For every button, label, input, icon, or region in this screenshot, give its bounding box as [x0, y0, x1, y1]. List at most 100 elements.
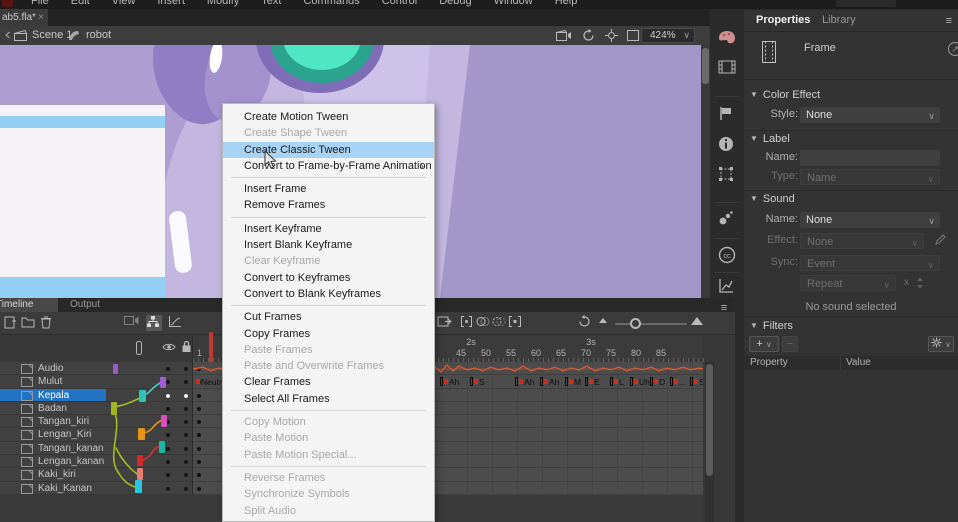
onion-skin-icon[interactable] — [476, 315, 492, 331]
graph-icon[interactable] — [718, 278, 736, 296]
menubar-item[interactable]: File — [20, 0, 60, 8]
chevron-down-icon: ∨ — [928, 108, 935, 124]
document-tab[interactable]: ab5.fla* × — [0, 9, 48, 26]
center-stage-icon[interactable] — [605, 29, 618, 42]
filter-options-button[interactable]: ∨ — [928, 336, 954, 352]
menu-separator — [231, 305, 426, 306]
ruler-frame-number: 70 — [581, 348, 591, 358]
section-filters[interactable]: ▼Filters — [750, 320, 793, 332]
properties-flag-icon[interactable] — [718, 106, 736, 124]
context-menu-item[interactable]: Create Motion Tween — [223, 109, 434, 125]
breadcrumb-scene[interactable]: Scene 1 — [32, 29, 72, 41]
menubar-item[interactable]: Insert — [146, 0, 196, 8]
menubar-item[interactable]: View — [101, 0, 147, 8]
stage-scrollbar[interactable] — [701, 45, 710, 298]
info-icon[interactable] — [718, 136, 736, 154]
context-menu-item[interactable]: Create Shape Tween — [223, 125, 434, 141]
edit-multiple-frames-icon[interactable] — [508, 315, 524, 331]
menubar-item[interactable]: Help — [544, 0, 589, 8]
context-menu-item[interactable]: Insert Blank Keyframe — [223, 237, 434, 253]
help-circle-icon[interactable]: ↗ — [948, 42, 958, 56]
tab-properties[interactable]: Properties — [756, 14, 810, 26]
menubar-item[interactable]: Text — [250, 0, 292, 8]
center-frame-icon[interactable] — [437, 315, 453, 331]
add-filter-button[interactable]: + ∨ — [749, 336, 779, 352]
reset-timeline-zoom-icon[interactable] — [578, 315, 594, 331]
context-menu-item[interactable]: Remove Frames — [223, 197, 434, 213]
keyframe-dot — [197, 460, 201, 464]
timeline-scrollbar[interactable] — [705, 362, 714, 522]
keyframe-dot — [197, 473, 201, 477]
back-arrow-icon[interactable] — [4, 31, 12, 39]
eye-icon[interactable] — [162, 342, 176, 352]
section-label[interactable]: ▼Label — [750, 133, 790, 145]
particles-icon[interactable] — [718, 210, 736, 228]
context-menu-item[interactable]: Copy Frames — [223, 326, 434, 342]
context-menu-item[interactable]: Convert to Keyframes — [223, 270, 434, 286]
timeline-column-icons — [0, 336, 192, 362]
context-menu-item[interactable]: Copy Motion — [223, 414, 434, 430]
parenting-view-icon[interactable] — [146, 315, 162, 331]
context-menu-item[interactable]: Cut Frames — [223, 309, 434, 325]
context-menu-item[interactable]: Select All Frames — [223, 391, 434, 407]
context-menu-item[interactable]: Synchronize Symbols — [223, 486, 434, 502]
rotate-stage-icon[interactable] — [582, 29, 595, 42]
menubar-item[interactable]: Control — [371, 0, 428, 8]
creative-cloud-icon[interactable]: cc — [718, 246, 736, 264]
tab-library[interactable]: Library — [822, 14, 856, 26]
menubar-item[interactable]: Debug — [428, 0, 482, 8]
menubar-item[interactable]: Edit — [60, 0, 101, 8]
context-menu-item[interactable]: Clear Keyframe — [223, 253, 434, 269]
close-tab-icon[interactable]: × — [38, 9, 44, 26]
stage-scrollbar-thumb[interactable] — [702, 48, 709, 84]
new-layer-icon[interactable] — [3, 315, 19, 331]
style-select[interactable]: None ∨ — [800, 107, 940, 123]
context-menu-item[interactable]: Insert Frame — [223, 181, 434, 197]
section-color-effect[interactable]: ▼Color Effect — [750, 89, 820, 101]
context-menu-item[interactable]: Clear Frames — [223, 374, 434, 390]
onion-outline-icon[interactable] — [492, 315, 508, 331]
menubar-item[interactable]: Modify — [196, 0, 250, 8]
section-sound[interactable]: ▼Sound — [750, 193, 795, 205]
tab-timeline[interactable]: Timeline — [0, 298, 58, 312]
context-menu-item[interactable]: Convert to Blank Keyframes — [223, 286, 434, 302]
film-icon[interactable] — [718, 60, 736, 78]
new-folder-icon[interactable] — [21, 315, 37, 331]
sound-name-select[interactable]: None ∨ — [800, 212, 940, 228]
context-menu-item[interactable]: Insert Keyframe — [223, 221, 434, 237]
transform-frame-icon[interactable] — [718, 166, 736, 184]
graph-view-icon[interactable] — [168, 315, 184, 331]
loop-range-icon[interactable] — [460, 315, 476, 331]
remove-filter-button[interactable]: − — [782, 336, 798, 352]
timeline-zoom-slider[interactable] — [615, 323, 687, 325]
menubar-item[interactable]: Window — [483, 0, 544, 8]
panel-menu-icon[interactable]: ≡ — [946, 15, 952, 27]
context-menu-item[interactable]: Paste and Overwrite Frames — [223, 358, 434, 374]
context-menu-item[interactable]: Paste Motion — [223, 430, 434, 446]
delete-layer-trash-icon[interactable] — [40, 315, 56, 331]
palette-icon[interactable] — [718, 30, 736, 48]
context-menu-item[interactable]: Split Audio — [223, 503, 434, 519]
label-name-input[interactable] — [800, 150, 940, 166]
context-menu-item[interactable]: Paste Frames — [223, 342, 434, 358]
clip-content-icon[interactable] — [627, 30, 639, 41]
lock-icon[interactable] — [181, 340, 192, 353]
edit-sound-pencil-icon — [934, 234, 946, 246]
shrink-frames-icon[interactable] — [598, 315, 614, 331]
context-menu-item[interactable]: Paste Motion Special... — [223, 447, 434, 463]
timeline-scrollbar-thumb[interactable] — [706, 364, 713, 476]
breadcrumb-symbol[interactable]: robot — [86, 29, 111, 41]
workspace-switcher[interactable] — [836, 0, 896, 7]
context-menu-item[interactable]: Reverse Frames — [223, 470, 434, 486]
context-menu-item[interactable]: Create Classic Tween — [223, 142, 434, 158]
context-menu-item[interactable]: Convert to Frame-by-Frame Animation — [223, 158, 434, 174]
playhead[interactable] — [209, 332, 213, 362]
tab-output[interactable]: Output — [60, 298, 110, 312]
menubar-item[interactable]: Commands — [292, 0, 370, 8]
timeline-menu-icon[interactable]: ≡ — [716, 300, 732, 316]
camera-layer-icon[interactable] — [124, 315, 140, 331]
zoom-level-select[interactable]: 424% ∨ — [641, 28, 695, 43]
timeline-zoom-knob[interactable] — [630, 318, 641, 329]
camera-tool-icon[interactable] — [556, 30, 572, 41]
enlarge-frames-icon[interactable] — [690, 315, 706, 331]
